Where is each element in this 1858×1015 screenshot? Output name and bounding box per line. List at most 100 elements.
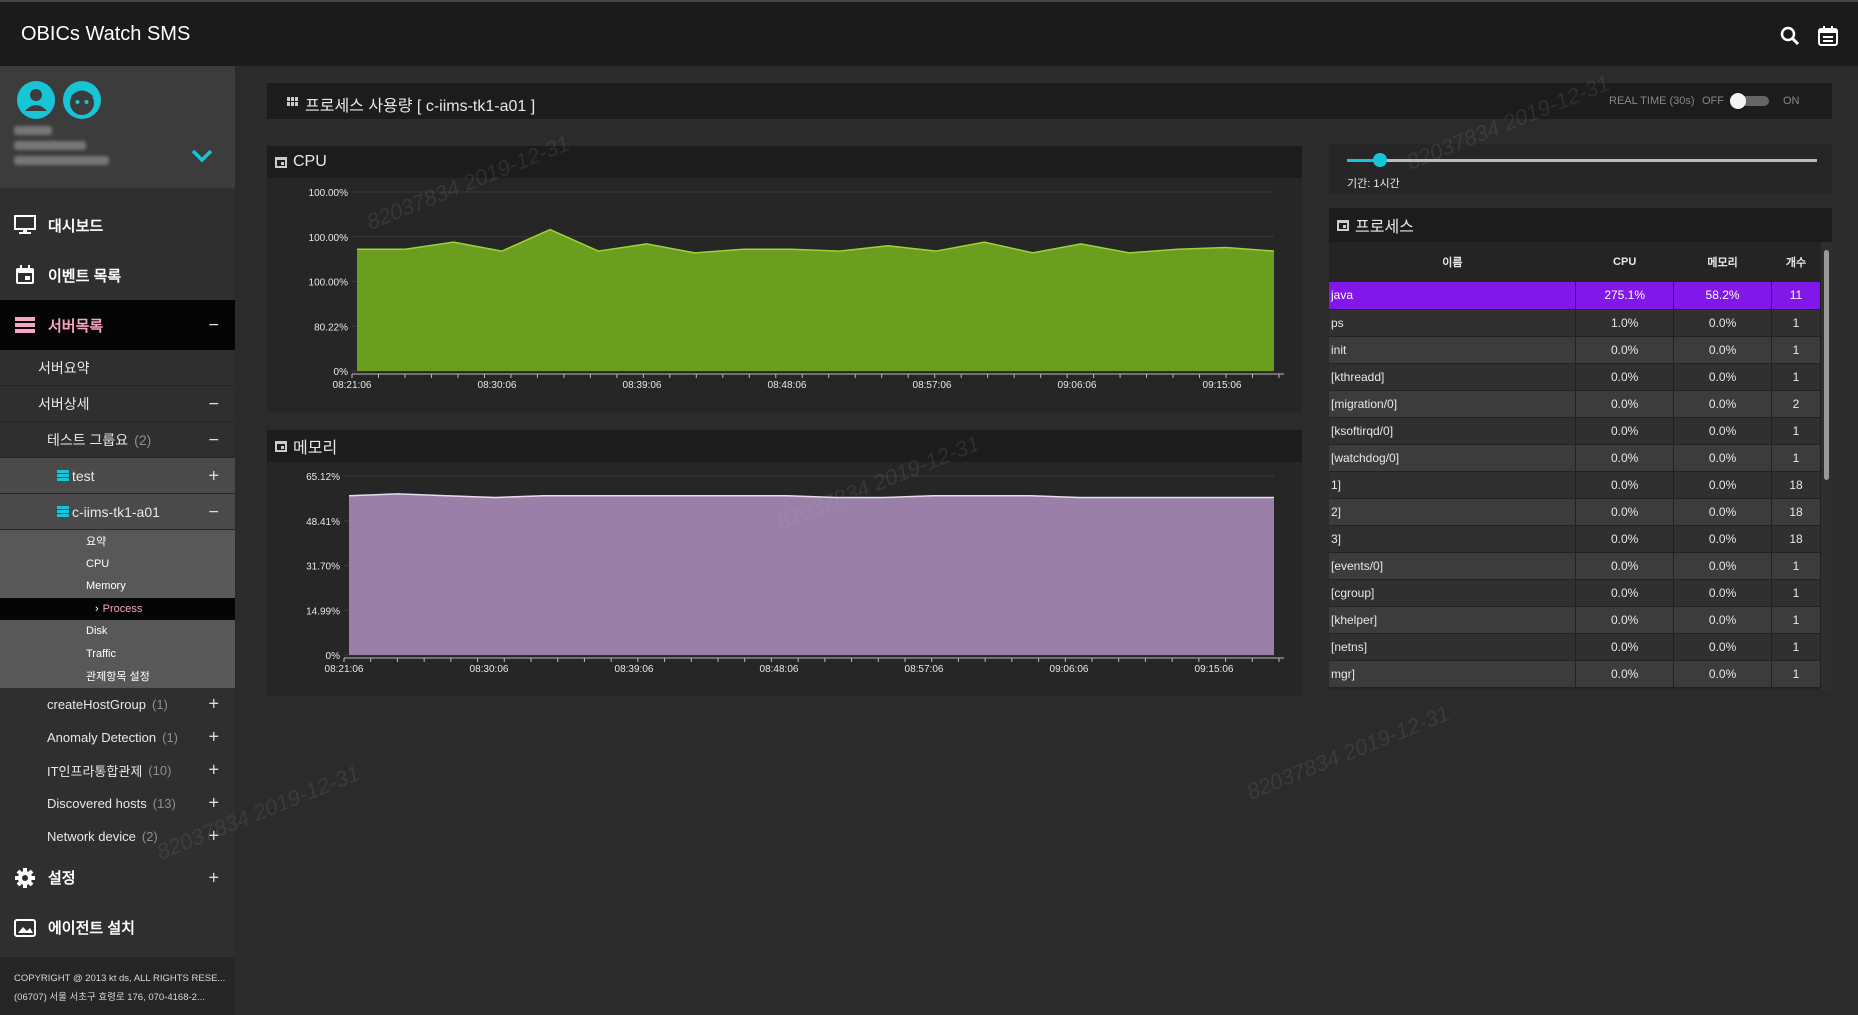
process-row[interactable]: [khelper] 0.0% 0.0% 1 <box>1329 606 1821 634</box>
series-line <box>348 493 1274 499</box>
expand-icon[interactable]: + <box>208 826 219 847</box>
x-tick-label: 09:06:06 <box>1058 380 1097 391</box>
host-item-summary[interactable]: 요약 <box>0 530 235 553</box>
nav-dashboard[interactable]: 대시보드 <box>0 200 235 250</box>
expand-icon[interactable]: + <box>208 727 219 748</box>
process-cpu: 0.0% <box>1575 417 1675 445</box>
process-name: [migration/0] <box>1329 390 1577 418</box>
x-tick-label: 08:21:06 <box>333 380 372 391</box>
collapse-icon[interactable]: − <box>208 429 219 450</box>
process-row[interactable]: 2] 0.0% 0.0% 18 <box>1329 498 1821 526</box>
x-tick-label: 08:39:06 <box>615 664 654 675</box>
process-row[interactable]: mgr] 0.0% 0.0% 1 <box>1329 660 1821 688</box>
sidebar-group-discovered-hosts[interactable]: Discovered hosts (13) + <box>0 787 235 820</box>
page-title: 프로세스 사용량 [ c-iims-tk1-a01 ] <box>305 98 536 115</box>
search-icon[interactable] <box>1778 24 1802 48</box>
process-memory: 0.0% <box>1673 471 1773 499</box>
nav-events-label: 이벤트 목록 <box>48 267 122 285</box>
process-name: java <box>1329 282 1577 310</box>
process-name: mgr] <box>1329 660 1577 688</box>
expand-icon[interactable]: + <box>208 793 219 814</box>
sidebar-item-test[interactable]: test + <box>0 458 235 494</box>
nav-settings[interactable]: 설정 + <box>0 853 235 903</box>
column-header-cpu[interactable]: CPU <box>1575 242 1674 282</box>
user-name-redacted <box>14 126 52 135</box>
process-cpu: 0.0% <box>1575 390 1675 418</box>
process-row[interactable]: ps 1.0% 0.0% 1 <box>1329 309 1821 337</box>
realtime-toggle[interactable] <box>1729 93 1771 109</box>
column-header-name[interactable]: 이름 <box>1329 242 1576 282</box>
nav-events[interactable]: 이벤트 목록 <box>0 250 235 300</box>
process-row[interactable]: java 275.1% 58.2% 11 <box>1329 282 1821 310</box>
process-name: [watchdog/0] <box>1329 444 1577 472</box>
collapse-icon[interactable]: − <box>208 501 219 522</box>
process-row[interactable]: init 0.0% 0.0% 1 <box>1329 336 1821 364</box>
process-cpu: 0.0% <box>1575 552 1675 580</box>
process-table-scrollbar[interactable] <box>1821 242 1832 690</box>
process-count: 1 <box>1771 552 1821 580</box>
process-row[interactable]: 3] 0.0% 0.0% 18 <box>1329 525 1821 553</box>
host-item-monitoring-settings[interactable]: 관제항목 설정 <box>0 665 235 688</box>
host-item-traffic[interactable]: Traffic <box>0 642 235 665</box>
sidebar-item-server-summary[interactable]: 서버요약 <box>0 350 235 386</box>
column-header-memory[interactable]: 메모리 <box>1673 242 1772 282</box>
nav-servers[interactable]: 서버목록 − <box>0 300 235 350</box>
process-row[interactable]: [ksoftirqd/0] 0.0% 0.0% 1 <box>1329 417 1821 445</box>
expand-icon[interactable]: + <box>208 694 219 715</box>
process-name: [ksoftirqd/0] <box>1329 417 1577 445</box>
process-count: 1 <box>1771 336 1821 364</box>
expand-icon[interactable]: + <box>208 760 219 781</box>
column-header-count[interactable]: 개수 <box>1771 242 1821 282</box>
user-avatar-icon[interactable] <box>16 80 56 120</box>
process-memory: 0.0% <box>1673 309 1773 337</box>
y-tick-label: 65.12% <box>306 472 340 483</box>
chevron-down-icon[interactable] <box>190 148 214 164</box>
host-item-cpu[interactable]: CPU <box>0 552 235 575</box>
period-slider-track[interactable] <box>1347 159 1817 162</box>
nav-agent-install[interactable]: 에이전트 설치 <box>0 903 235 953</box>
cpu-panel-title: CPU <box>293 153 327 170</box>
process-row[interactable]: [watchdog/0] 0.0% 0.0% 1 <box>1329 444 1821 472</box>
sidebar-group-it-infra[interactable]: IT인프라통합관제 (10) + <box>0 754 235 787</box>
host-item-disk[interactable]: Disk <box>0 620 235 643</box>
x-tick-label: 08:48:06 <box>760 664 799 675</box>
expand-icon[interactable]: + <box>208 465 219 486</box>
calendar-icon[interactable] <box>1816 24 1840 48</box>
process-memory: 0.0% <box>1673 525 1773 553</box>
process-cpu: 0.0% <box>1575 498 1675 526</box>
y-tick-label: 0% <box>334 367 349 378</box>
x-tick-label: 09:15:06 <box>1195 664 1234 675</box>
sidebar-item-test-group[interactable]: 테스트 그룹요 (2) − <box>0 422 235 458</box>
process-row[interactable]: [cgroup] 0.0% 0.0% 1 <box>1329 579 1821 607</box>
process-row[interactable]: [migration/0] 0.0% 0.0% 2 <box>1329 390 1821 418</box>
period-slider-thumb[interactable] <box>1372 153 1387 167</box>
process-table-header: 이름 CPU 메모리 개수 <box>1329 242 1821 282</box>
process-memory: 0.0% <box>1673 579 1773 607</box>
host-item-memory[interactable]: Memory <box>0 575 235 598</box>
process-memory: 0.0% <box>1673 417 1773 445</box>
process-row[interactable]: [events/0] 0.0% 0.0% 1 <box>1329 552 1821 580</box>
process-table-scrollbar-thumb[interactable] <box>1824 250 1829 480</box>
footer-address: (06707) 서울 서초구 효령로 176, 070-4168-2... <box>14 992 205 1003</box>
host-item-process[interactable]: › Process <box>0 597 235 620</box>
user-profile <box>0 66 235 188</box>
sidebar-item-host[interactable]: c-iims-tk1-a01 − <box>0 494 235 530</box>
app-title: OBICs Watch SMS <box>21 23 191 45</box>
expand-icon[interactable]: + <box>208 867 219 888</box>
sidebar-item-server-detail[interactable]: 서버상세 − <box>0 386 235 422</box>
agent-avatar-icon[interactable] <box>62 80 102 120</box>
collapse-icon[interactable]: − <box>208 315 219 336</box>
process-row[interactable]: [kthreadd] 0.0% 0.0% 1 <box>1329 363 1821 391</box>
process-memory: 0.0% <box>1673 498 1773 526</box>
sidebar-group-create-host-group[interactable]: createHostGroup (1) + <box>0 688 235 721</box>
collapse-icon[interactable]: − <box>208 393 219 414</box>
sidebar-group-anomaly-detection[interactable]: Anomaly Detection (1) + <box>0 721 235 754</box>
process-row[interactable]: [netns] 0.0% 0.0% 1 <box>1329 633 1821 661</box>
process-memory: 0.0% <box>1673 390 1773 418</box>
sidebar-group-network-device[interactable]: Network device (2) + <box>0 820 235 853</box>
cpu-panel-header: CPU <box>267 146 1302 178</box>
process-row[interactable]: 1] 0.0% 0.0% 18 <box>1329 471 1821 499</box>
nav-agent-install-label: 에이전트 설치 <box>48 920 135 937</box>
y-tick-label: 100.00% <box>309 233 349 244</box>
x-tick-label: 08:30:06 <box>470 664 509 675</box>
